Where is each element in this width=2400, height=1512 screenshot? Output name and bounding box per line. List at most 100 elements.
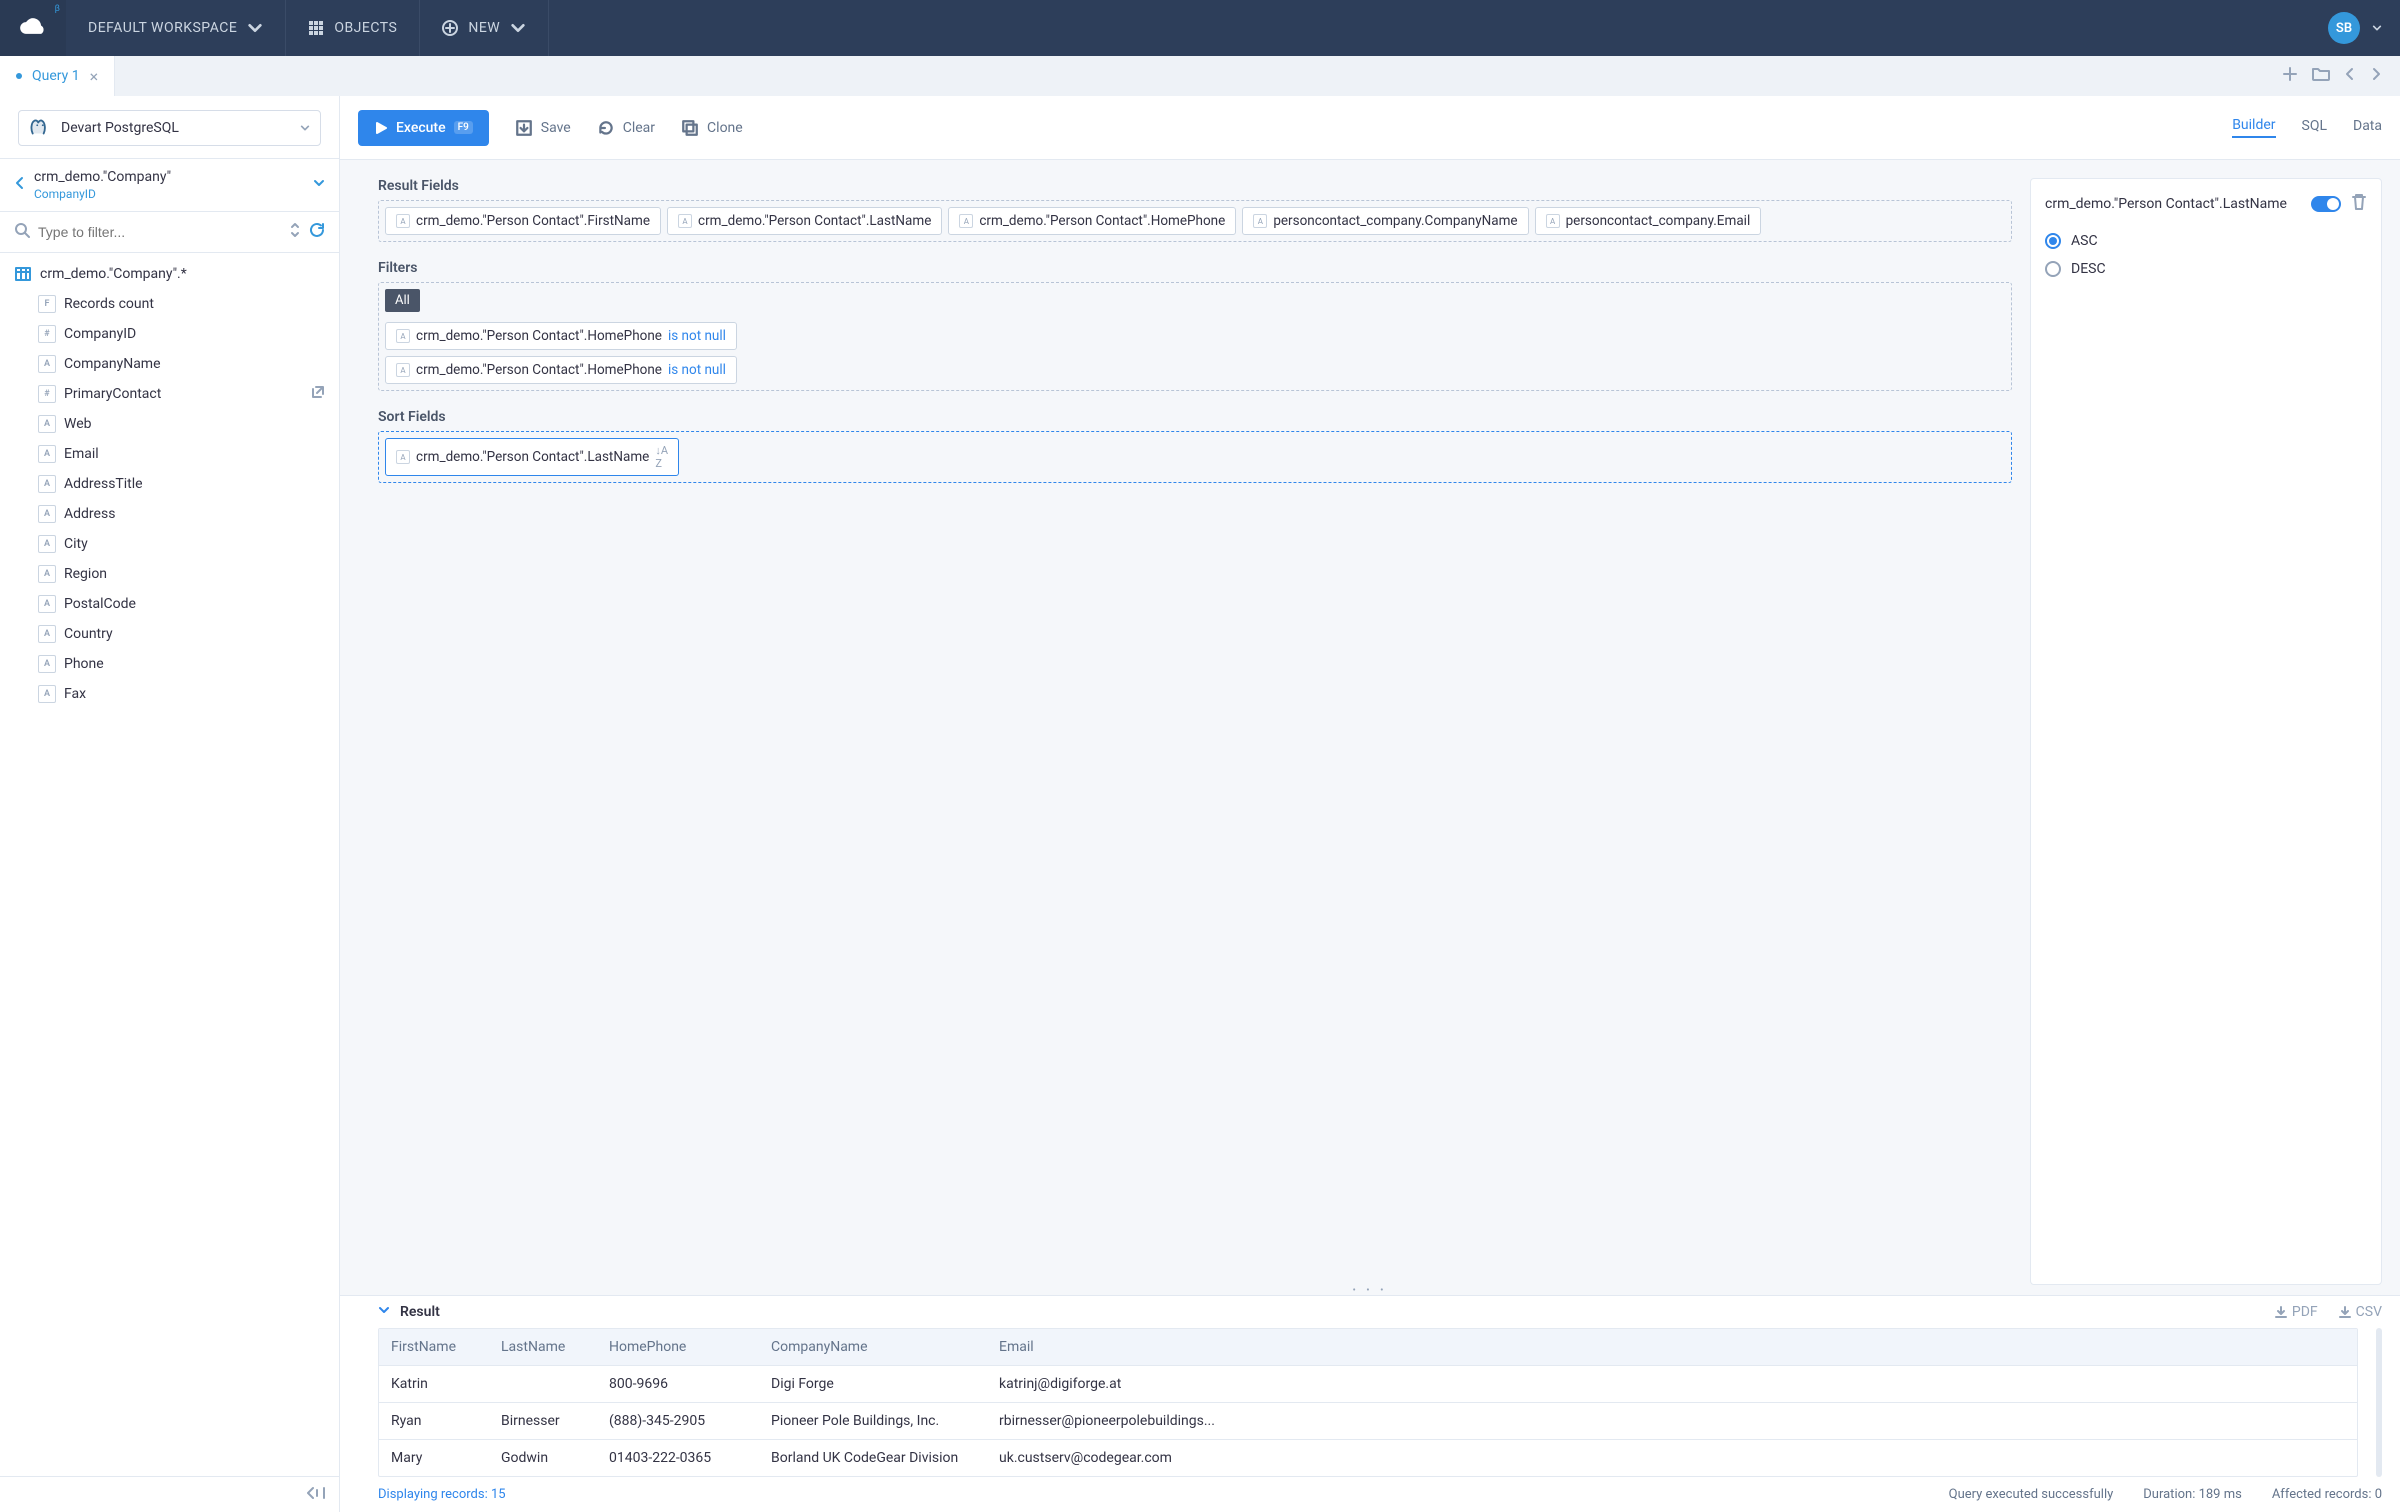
tree-field[interactable]: ACompanyName (0, 349, 339, 379)
tree-field[interactable]: APostalCode (0, 589, 339, 619)
field-type-badge: A (38, 655, 56, 673)
column-header[interactable]: Email (987, 1329, 2357, 1365)
panel-field-name: crm_demo."Person Contact".LastName (2045, 196, 2301, 212)
tab-query-1[interactable]: Query 1 × (0, 56, 115, 96)
table-cell: Mary (379, 1440, 489, 1476)
result-field-chip[interactable]: Acrm_demo."Person Contact".LastName (667, 207, 942, 235)
field-type-icon: A (396, 450, 410, 464)
execute-button[interactable]: Execute F9 (358, 110, 489, 146)
tree-field[interactable]: ACountry (0, 619, 339, 649)
tree-field[interactable]: ACity (0, 529, 339, 559)
objects-button[interactable]: OBJECTS (286, 0, 420, 56)
view-sql[interactable]: SQL (2302, 118, 2327, 137)
filter-chip[interactable]: Acrm_demo."Person Contact".HomePhone is … (385, 322, 737, 350)
field-type-badge: A (38, 355, 56, 373)
chevron-down-icon (510, 20, 526, 36)
new-dropdown[interactable]: NEW (420, 0, 549, 56)
next-tab-button[interactable] (2370, 67, 2382, 85)
back-button[interactable] (14, 176, 26, 194)
workspace-dropdown[interactable]: DEFAULT WORKSPACE (66, 0, 286, 56)
clone-button[interactable]: Clone (681, 119, 743, 137)
view-builder[interactable]: Builder (2232, 117, 2275, 138)
delete-field-button[interactable] (2351, 193, 2367, 215)
field-type-badge: # (38, 385, 56, 403)
table-cell: 01403-222-0365 (597, 1440, 759, 1476)
save-button[interactable]: Save (515, 119, 571, 137)
user-avatar[interactable]: SB (2328, 12, 2360, 44)
chevron-down-icon[interactable] (2372, 23, 2382, 33)
field-type-badge: A (38, 535, 56, 553)
tree-field[interactable]: APhone (0, 649, 339, 679)
grid-scrollbar[interactable] (2376, 1328, 2382, 1477)
close-tab-icon[interactable]: × (90, 67, 99, 86)
table-row[interactable]: Katrin800-9696Digi Forgekatrinj@digiforg… (379, 1365, 2357, 1402)
sort-field-chip[interactable]: Acrm_demo."Person Contact".LastName ↓AZ (385, 438, 679, 476)
filters-dropzone[interactable]: All Acrm_demo."Person Contact".HomePhone… (378, 282, 2012, 391)
breadcrumb-subtitle[interactable]: CompanyID (34, 187, 305, 201)
table-cell: Katrin (379, 1366, 489, 1402)
field-enabled-toggle[interactable] (2311, 196, 2341, 212)
result-fields-dropzone[interactable]: Acrm_demo."Person Contact".FirstNameAcrm… (378, 200, 2012, 242)
table-cell: Godwin (489, 1440, 597, 1476)
sort-desc-radio[interactable]: DESC (2045, 261, 2367, 277)
status-displaying: Displaying records: 15 (378, 1487, 506, 1502)
refresh-icon[interactable] (309, 222, 325, 242)
tabs-bar: Query 1 × (0, 56, 2400, 96)
table-cell: (888)-345-2905 (597, 1403, 759, 1439)
sort-toggle-icon[interactable] (289, 222, 301, 242)
table-cell: uk.custserv@codegear.com (987, 1440, 2357, 1476)
table-row[interactable]: RyanBirnesser(888)-345-2905Pioneer Pole … (379, 1402, 2357, 1439)
field-type-icon: A (396, 363, 410, 377)
clear-button[interactable]: Clear (597, 119, 655, 137)
tree-field[interactable]: AAddressTitle (0, 469, 339, 499)
tree-field[interactable]: AFax (0, 679, 339, 709)
view-data[interactable]: Data (2353, 118, 2382, 137)
result-grid: FirstNameLastNameHomePhoneCompanyNameEma… (378, 1328, 2358, 1477)
export-pdf-button[interactable]: PDF (2274, 1304, 2318, 1320)
export-csv-button[interactable]: CSV (2338, 1304, 2382, 1320)
sort-asc-radio[interactable]: ASC (2045, 233, 2367, 249)
tree-field[interactable]: #CompanyID (0, 319, 339, 349)
sidebar: Devart PostgreSQL crm_demo."Company" Com… (0, 96, 340, 1512)
collapse-sidebar-icon[interactable] (307, 1486, 325, 1504)
result-panel: Result PDF CSV FirstNameLastNameHomePhon… (340, 1295, 2400, 1512)
status-bar: Displaying records: 15 Query executed su… (340, 1477, 2400, 1512)
tree-field[interactable]: AWeb (0, 409, 339, 439)
column-header[interactable]: LastName (489, 1329, 597, 1365)
table-cell: Ryan (379, 1403, 489, 1439)
connection-select[interactable]: Devart PostgreSQL (18, 110, 321, 146)
tree-field[interactable]: AEmail (0, 439, 339, 469)
new-tab-button[interactable] (2282, 66, 2298, 86)
result-title: Result (400, 1304, 440, 1320)
external-link-icon[interactable] (311, 385, 325, 403)
tree-root[interactable]: crm_demo."Company".* (0, 259, 339, 289)
result-field-chip[interactable]: Acrm_demo."Person Contact".FirstName (385, 207, 661, 235)
field-type-badge: A (38, 445, 56, 463)
filter-chip[interactable]: Acrm_demo."Person Contact".HomePhone is … (385, 356, 737, 384)
app-logo: β (0, 0, 66, 56)
tree-field[interactable]: FRecords count (0, 289, 339, 319)
result-fields-title: Result Fields (378, 178, 2012, 194)
result-field-chip[interactable]: Apersoncontact_company.CompanyName (1242, 207, 1528, 235)
vertical-splitter[interactable]: • • • (340, 1285, 2400, 1295)
column-header[interactable]: CompanyName (759, 1329, 987, 1365)
folder-button[interactable] (2312, 66, 2330, 86)
status-success: Query executed successfully (1949, 1487, 2114, 1502)
filter-input[interactable] (38, 224, 281, 240)
tree-field[interactable]: AAddress (0, 499, 339, 529)
postgresql-icon (29, 117, 51, 139)
column-header[interactable]: HomePhone (597, 1329, 759, 1365)
tree-field[interactable]: #PrimaryContact (0, 379, 339, 409)
toolbar: Execute F9 Save Clear Clone Builder (340, 96, 2400, 160)
collapse-result-icon[interactable] (378, 1304, 390, 1320)
sort-fields-dropzone[interactable]: Acrm_demo."Person Contact".LastName ↓AZ (378, 431, 2012, 483)
column-header[interactable]: FirstName (379, 1329, 489, 1365)
result-field-chip[interactable]: Apersoncontact_company.Email (1535, 207, 1762, 235)
prev-tab-button[interactable] (2344, 67, 2356, 85)
result-field-chip[interactable]: Acrm_demo."Person Contact".HomePhone (948, 207, 1236, 235)
tree-field[interactable]: ARegion (0, 559, 339, 589)
field-type-icon: A (1546, 214, 1560, 228)
filter-group-all[interactable]: All (385, 289, 420, 312)
table-row[interactable]: MaryGodwin01403-222-0365Borland UK CodeG… (379, 1439, 2357, 1476)
breadcrumb-chevron[interactable] (313, 177, 325, 193)
